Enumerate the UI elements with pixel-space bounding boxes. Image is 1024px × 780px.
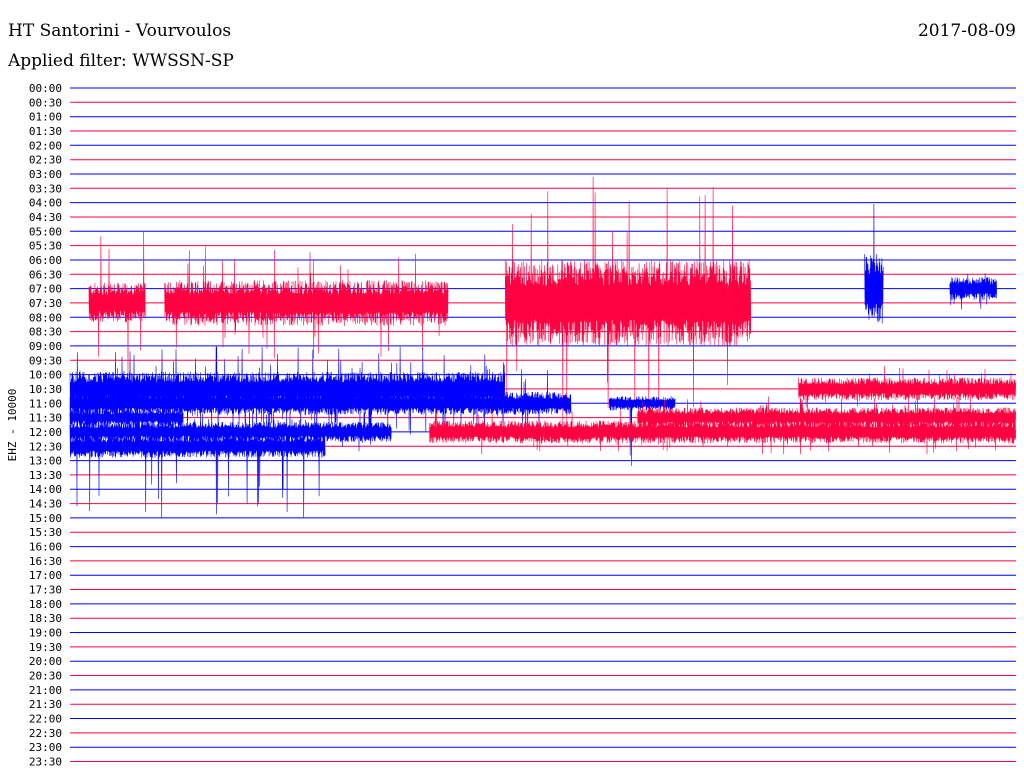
time-tick-label: 15:30 xyxy=(29,526,62,539)
time-tick-label: 03:30 xyxy=(29,182,62,195)
signal-burst xyxy=(864,203,884,324)
time-tick-label: 23:30 xyxy=(29,756,62,769)
time-tick-label: 15:00 xyxy=(29,512,62,525)
station-title: HT Santorini - Vourvoulos xyxy=(8,21,231,41)
time-tick-label: 02:00 xyxy=(29,139,62,152)
time-tick-label: 18:00 xyxy=(29,598,62,611)
signal-burst xyxy=(88,231,146,375)
time-tick-label: 17:30 xyxy=(29,584,62,597)
time-tick-label: 20:00 xyxy=(29,655,62,668)
time-tick-label: 04:30 xyxy=(29,211,62,224)
time-tick-label: 07:30 xyxy=(29,297,62,310)
time-tick-label: 01:30 xyxy=(29,125,62,138)
time-tick-label: 05:30 xyxy=(29,240,62,253)
time-tick-label: 02:30 xyxy=(29,154,62,167)
time-tick-label: 19:00 xyxy=(29,627,62,640)
time-tick-label: 07:00 xyxy=(29,283,62,296)
time-tick-label: 19:30 xyxy=(29,641,62,654)
time-tick-label: 01:00 xyxy=(29,111,62,124)
time-tick-labels: 00:0000:30 01:0001:3002:00 02:3003:0003:30… xyxy=(29,82,62,769)
time-tick-label: 09:00 xyxy=(29,340,62,353)
time-tick-label: 22:00 xyxy=(29,713,62,726)
time-tick-label: 12:00 xyxy=(29,426,62,439)
time-tick-label: 08:00 xyxy=(29,311,62,324)
time-tick-label: 16:00 xyxy=(29,541,62,554)
date-label: 2017-08-09 xyxy=(918,21,1016,41)
time-tick-label: 12:30 xyxy=(29,440,62,453)
time-tick-label: 13:30 xyxy=(29,469,62,482)
time-tick-label: 23:00 xyxy=(29,741,62,754)
time-tick-label: 20:30 xyxy=(29,670,62,683)
time-tick-label: 06:30 xyxy=(29,268,62,281)
seismic-traces xyxy=(69,176,1016,518)
time-tick-label: 10:30 xyxy=(29,383,62,396)
time-tick-label: 21:00 xyxy=(29,684,62,697)
time-tick-label: 00:30 xyxy=(29,96,62,109)
time-tick-label: 09:30 xyxy=(29,354,62,367)
time-tick-label: 13:00 xyxy=(29,455,62,468)
time-tick-label: 03:00 xyxy=(29,168,62,181)
time-tick-label: 11:30 xyxy=(29,412,62,425)
time-tick-label: 22:30 xyxy=(29,727,62,740)
time-tick-label: 17:00 xyxy=(29,569,62,582)
time-tick-label: 21:30 xyxy=(29,698,62,711)
signal-burst xyxy=(798,366,1016,412)
seismogram-plot: HT Santorini - Vourvoulos Applied filter… xyxy=(6,21,1016,769)
time-tick-label: 14:30 xyxy=(29,498,62,511)
time-tick-label: 05:00 xyxy=(29,225,62,238)
filter-label: Applied filter: WWSSN-SP xyxy=(7,51,234,71)
y-axis-label: EHZ - 10000 xyxy=(6,389,19,462)
time-tick-label: 10:00 xyxy=(29,369,62,382)
time-tick-label: 00:00 xyxy=(29,82,62,95)
signal-burst xyxy=(949,273,997,310)
time-tick-label: 08:30 xyxy=(29,326,62,339)
time-tick-label: 04:00 xyxy=(29,197,62,210)
time-tick-label: 14:00 xyxy=(29,483,62,496)
signal-burst xyxy=(164,246,449,359)
time-tick-label: 11:00 xyxy=(29,397,62,410)
time-tick-label: 18:30 xyxy=(29,612,62,625)
time-tick-label: 16:30 xyxy=(29,555,62,568)
time-tick-label: 06:00 xyxy=(29,254,62,267)
